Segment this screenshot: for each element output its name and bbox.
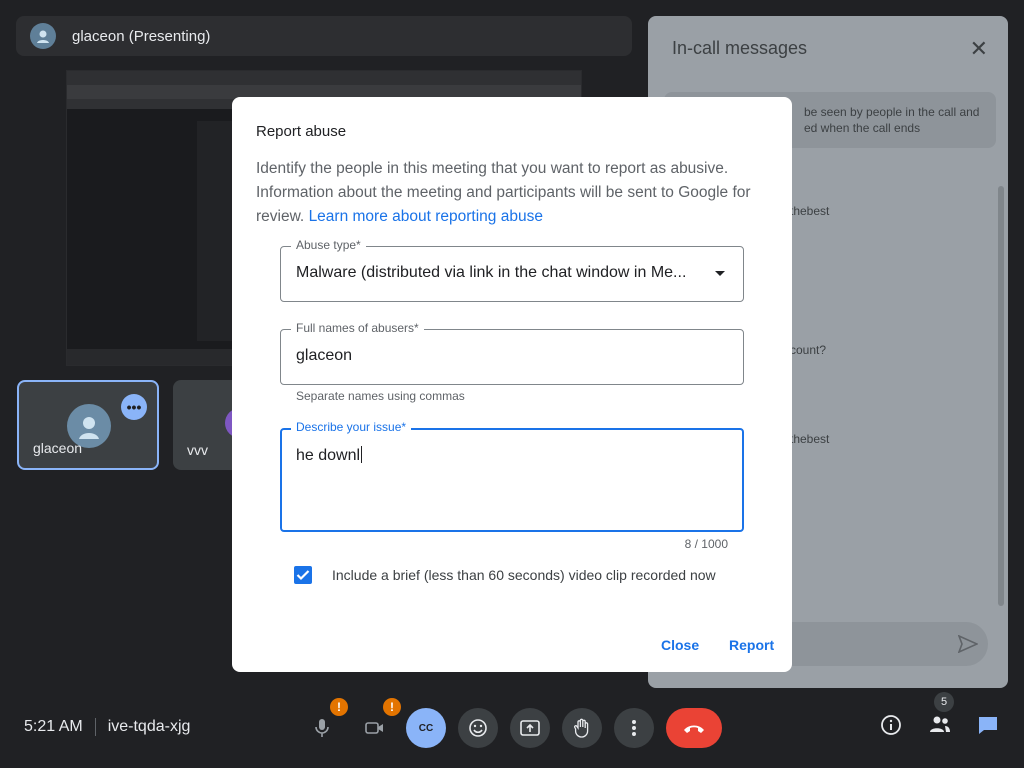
chat-message: thebest [790,432,830,446]
describe-issue-field[interactable]: Describe your issue* he downl [280,420,744,532]
checkmark-icon [296,570,310,581]
more-vert-icon [632,720,636,736]
people-count-badge: 5 [934,692,954,712]
presenter-name: glaceon (Presenting) [72,27,211,45]
abuse-type-select[interactable]: Abuse type* Malware (distributed via lin… [280,238,744,302]
abuser-names-label: Full names of abusers* [291,321,424,335]
dialog-description: Identify the people in this meeting that… [256,157,776,229]
chat-scrollbar[interactable] [998,186,1004,606]
chat-icon [979,717,997,734]
emoji-icon [469,719,487,737]
captions-button[interactable]: CC [406,708,446,748]
abuser-names-helper: Separate names using commas [296,389,465,403]
mic-button[interactable]: ! [302,698,348,748]
warning-badge: ! [383,698,401,716]
present-button[interactable] [510,708,550,748]
panel-title: In-call messages [672,38,808,58]
camera-button[interactable]: ! [355,698,401,748]
emoji-button[interactable] [458,708,498,748]
chat-message: count? [790,343,827,357]
close-icon[interactable]: ✕ [970,36,988,62]
describe-issue-label: Describe your issue* [291,420,412,434]
report-abuse-dialog: Report abuse Identify the people in this… [232,97,792,672]
raise-hand-button[interactable] [562,708,602,748]
hand-icon [573,718,589,738]
report-button[interactable]: Report [729,637,774,653]
clock: 5:21 AM [24,718,83,735]
dropdown-arrow-icon [715,271,725,276]
chat-notice-line: be seen by people in the call and [804,105,980,119]
captions-icon: CC [418,722,434,734]
meeting-code: ive-tqda-xjg [107,718,191,735]
chat-message: thebest [790,204,830,218]
describe-issue-value: he downl [296,446,363,465]
text-caret [361,446,363,463]
dialog-title: Report abuse [256,123,347,140]
video-clip-checkbox[interactable] [294,566,312,584]
people-button[interactable]: 5 [928,692,954,740]
send-icon[interactable] [957,634,979,658]
bottom-bar: 5:21 AM ive-tqda-xjg ! ! CC 5 [0,692,1024,768]
camera-icon [365,722,383,734]
close-button[interactable]: Close [661,637,699,653]
mic-icon [315,719,329,737]
meeting-details-button[interactable] [880,714,902,742]
participant-name: glaceon [33,440,83,456]
chat-button[interactable] [977,714,999,742]
hangup-icon [684,725,704,733]
participant-name: vvv [187,442,208,458]
learn-more-link[interactable]: Learn more about reporting abuse [309,208,543,225]
presenter-avatar [30,23,56,49]
presenter-bar: glaceon (Presenting) [16,16,632,56]
video-clip-label: Include a brief (less than 60 seconds) v… [332,567,716,583]
leave-call-button[interactable] [666,708,722,748]
participant-tile-glaceon[interactable]: ••• glaceon [17,380,159,470]
shared-screen-tabs [67,71,581,85]
meeting-info: 5:21 AM ive-tqda-xjg [24,718,190,736]
describe-issue-text: he downl [296,447,361,464]
more-horiz-icon[interactable]: ••• [121,394,147,420]
abuser-names-value: glaceon [296,347,353,364]
present-icon [520,720,540,736]
divider [94,718,96,736]
people-icon [930,716,950,732]
abuse-type-value: Malware (distributed via link in the cha… [296,264,687,281]
abuser-names-field[interactable]: Full names of abusers* glaceon [280,321,744,385]
info-icon [881,715,901,735]
abuse-type-label: Abuse type* [291,238,366,252]
user-avatar-icon [37,30,49,43]
character-counter: 8 / 1000 [684,537,728,551]
warning-badge: ! [330,698,348,716]
more-options-button[interactable] [614,708,654,748]
chat-notice-line: ed when the call ends [804,121,921,135]
